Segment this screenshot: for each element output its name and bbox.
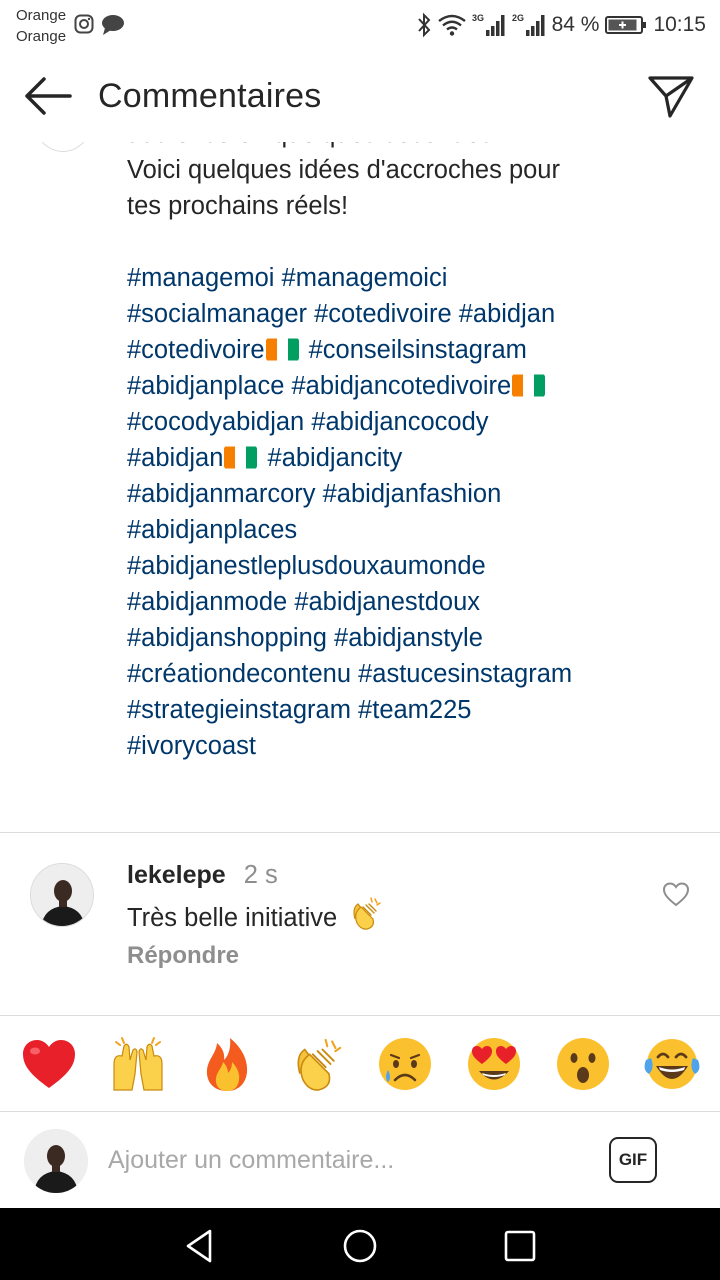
carrier-label: Orange Orange xyxy=(16,5,66,47)
recents-square-icon[interactable] xyxy=(500,1226,540,1266)
caption-line: tes prochains réels! xyxy=(127,192,349,220)
back-arrow-icon[interactable] xyxy=(22,74,74,118)
sad-face-emoji[interactable] xyxy=(374,1033,436,1095)
hashtag-line: #créationdecontenu #astucesinstagram xyxy=(127,656,687,692)
comments-header: Commentaires xyxy=(0,50,720,142)
ivory-coast-flag-emoji xyxy=(512,374,546,397)
commenter-avatar[interactable] xyxy=(30,863,94,927)
hashtag-link[interactable]: #abidjanshopping xyxy=(127,624,327,652)
hashtag-line: #cocodyabidjan #abidjancocody xyxy=(127,404,687,440)
hashtag-link[interactable]: #abidjan xyxy=(127,444,223,472)
status-icons: 3G 2G 84 % 10:15 xyxy=(416,8,706,42)
hashtag-line: #abidjanmarcory #abidjanfashion xyxy=(127,476,687,512)
send-icon[interactable] xyxy=(646,72,696,122)
hashtag-link[interactable]: #managemoi xyxy=(127,264,274,292)
hashtag-line: #ivorycoast xyxy=(127,728,687,764)
hashtag-link[interactable]: #abidjancity xyxy=(268,444,403,472)
hashtag-link[interactable]: #astucesinstagram xyxy=(358,660,572,688)
comment-item: lekelepe 2 s Très belle initiative Répond… xyxy=(0,835,720,1015)
comment-composer: GIF xyxy=(0,1112,720,1208)
hashtag-list: #managemoi #managemoici #socialmanager #c… xyxy=(127,260,687,764)
heart-eyes-emoji[interactable] xyxy=(463,1033,525,1095)
hashtag-link[interactable]: #abidjancocody xyxy=(311,408,488,436)
status-bar: Orange Orange 3G 2G 84 % 10:15 xyxy=(0,0,720,50)
raising-hands-emoji[interactable] xyxy=(107,1033,169,1095)
hashtag-link[interactable]: #abidjanstyle xyxy=(334,624,483,652)
bluetooth-icon xyxy=(417,12,430,38)
carrier-line-2: Orange xyxy=(16,28,67,45)
comment-input[interactable] xyxy=(108,1138,578,1182)
comment-body: Très belle initiative xyxy=(127,895,383,940)
hashtag-line: #abidjanshopping #abidjanstyle xyxy=(127,620,687,656)
back-triangle-icon[interactable] xyxy=(180,1226,220,1266)
caption-text: audience en quelques secondes ! Voici qu… xyxy=(127,116,687,764)
hashtag-link[interactable]: #strategieinstagram xyxy=(127,696,351,724)
hashtag-link[interactable]: #créationdecontenu xyxy=(127,660,351,688)
comment-header: lekelepe 2 s xyxy=(127,859,278,891)
hashtag-link[interactable]: #cocodyabidjan xyxy=(127,408,304,436)
hashtag-line: #strategieinstagram #team225 xyxy=(127,692,687,728)
hashtag-link[interactable]: #abidjan xyxy=(459,300,555,328)
hashtag-line: #abidjanmode #abidjanestdoux xyxy=(127,584,687,620)
clapping-hands-emoji[interactable] xyxy=(285,1033,347,1095)
caption-line: Voici quelques idées d'accroches pour xyxy=(127,156,560,184)
hashtag-link[interactable]: #cotedivoire xyxy=(127,336,265,364)
carrier-line-1: Orange xyxy=(16,7,67,24)
hashtag-link[interactable]: #conseilsinstagram xyxy=(309,336,527,364)
network-label-2: 2G xyxy=(512,13,524,23)
divider xyxy=(0,832,720,833)
battery-icon xyxy=(605,16,647,34)
hashtag-line: #abidjanplaces xyxy=(127,512,687,548)
wifi-icon xyxy=(437,14,466,36)
tears-of-joy-emoji[interactable] xyxy=(641,1033,703,1095)
quick-emoji-bar xyxy=(0,1016,720,1112)
home-circle-icon[interactable] xyxy=(340,1226,380,1266)
hashtag-link[interactable]: #abidjanmode xyxy=(127,588,287,616)
hashtag-link[interactable]: #ivorycoast xyxy=(127,732,256,760)
hashtag-line: #abidjanestleplusdouxaumonde xyxy=(127,548,687,584)
clock-time: 10:15 xyxy=(653,13,706,36)
network-label-1: 3G xyxy=(472,13,484,23)
ivory-coast-flag-emoji xyxy=(265,338,299,361)
hashtag-link[interactable]: #abidjanestdoux xyxy=(294,588,480,616)
page-title: Commentaires xyxy=(98,77,322,115)
hashtag-line: #managemoi #managemoici xyxy=(127,260,687,296)
avatar-photo xyxy=(24,1129,88,1193)
hashtag-link[interactable]: #abidjanmarcory xyxy=(127,480,316,508)
hashtag-link[interactable]: #abidjanplace xyxy=(127,372,284,400)
red-heart-emoji[interactable] xyxy=(18,1033,80,1095)
current-user-avatar xyxy=(24,1129,88,1193)
hashtag-link[interactable]: #abidjanplaces xyxy=(127,516,297,544)
hashtag-link[interactable]: #managemoici xyxy=(282,264,448,292)
hashtag-line: #cotedivoire #conseilsinstagram xyxy=(127,332,687,368)
hashtag-link[interactable]: #abidjanestleplusdouxaumonde xyxy=(127,552,486,580)
hashtag-link[interactable]: #abidjanfashion xyxy=(323,480,502,508)
ivory-coast-flag-emoji xyxy=(224,446,258,469)
hashtag-link[interactable]: #team225 xyxy=(358,696,471,724)
avatar-photo xyxy=(31,864,93,926)
signal-icon-1: 3G xyxy=(472,13,505,36)
gif-button[interactable]: GIF xyxy=(609,1137,657,1183)
comment-text: Très belle initiative xyxy=(127,903,338,932)
comment-username[interactable]: lekelepe xyxy=(127,861,226,889)
battery-percent: 84 % xyxy=(551,13,600,36)
hashtag-link[interactable]: #socialmanager xyxy=(127,300,307,328)
reply-button[interactable]: Répondre xyxy=(127,939,239,973)
hashtag-line: #abidjan #abidjancity xyxy=(127,440,687,476)
surprised-face-emoji[interactable] xyxy=(552,1033,614,1095)
clapping-hands-emoji xyxy=(347,895,383,940)
signal-icon-2: 2G xyxy=(512,13,545,36)
hashtag-link[interactable]: #abidjancotedivoire xyxy=(291,372,511,400)
fire-emoji[interactable] xyxy=(196,1033,258,1095)
system-nav-bar xyxy=(0,1208,720,1280)
hashtag-line: #abidjanplace #abidjancotedivoire xyxy=(127,368,687,404)
comment-time: 2 s xyxy=(243,861,278,889)
caption-area: audience en quelques secondes ! Voici qu… xyxy=(0,100,720,830)
heart-like-icon[interactable] xyxy=(662,881,690,907)
hashtag-link[interactable]: #cotedivoire xyxy=(314,300,452,328)
message-icon xyxy=(102,15,124,35)
hashtag-line: #socialmanager #cotedivoire #abidjan xyxy=(127,296,687,332)
instagram-icon xyxy=(74,14,94,34)
